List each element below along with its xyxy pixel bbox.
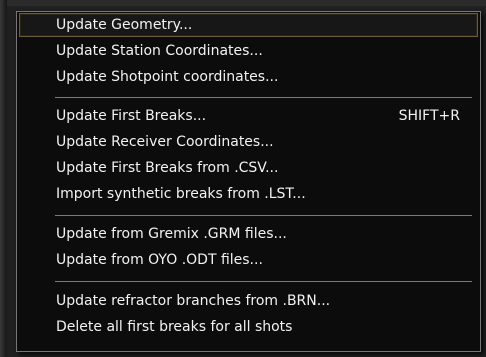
menu-item-update-first-breaks[interactable]: Update First Breaks... SHIFT+R	[19, 104, 478, 128]
menu-item-label: Update Geometry...	[56, 17, 193, 33]
menu-item-update-shotpoint-coordinates[interactable]: Update Shotpoint coordinates...	[19, 65, 478, 89]
menu-item-label: Update Shotpoint coordinates...	[56, 69, 279, 85]
window-top-edge	[0, 0, 486, 6]
menu-item-label: Update from OYO .ODT files...	[56, 252, 263, 268]
menu-item-label: Update First Breaks...	[56, 108, 207, 124]
menu-item-label: Update Station Coordinates...	[56, 43, 263, 59]
menu-item-label: Update refractor branches from .BRN...	[56, 293, 331, 309]
context-menu: Update Geometry... Update Station Coordi…	[16, 11, 481, 352]
menu-item-update-geometry[interactable]: Update Geometry...	[19, 13, 478, 37]
menu-item-label: Import synthetic breaks from .LST...	[56, 186, 306, 202]
menu-separator	[55, 97, 472, 98]
menu-item-update-first-breaks-from-csv[interactable]: Update First Breaks from .CSV...	[19, 156, 478, 180]
menu-separator	[55, 215, 472, 216]
menu-item-label: Delete all first breaks for all shots	[56, 319, 293, 335]
menu-item-update-receiver-coordinates[interactable]: Update Receiver Coordinates...	[19, 130, 478, 154]
menu-item-label: Update Receiver Coordinates...	[56, 134, 274, 150]
window-left-edge	[0, 0, 7, 357]
menu-item-update-from-oyo[interactable]: Update from OYO .ODT files...	[19, 248, 478, 272]
menu-item-label: Update First Breaks from .CSV...	[56, 160, 279, 176]
menu-item-import-synthetic-breaks[interactable]: Import synthetic breaks from .LST...	[19, 182, 478, 206]
menu-item-update-station-coordinates[interactable]: Update Station Coordinates...	[19, 39, 478, 63]
menu-item-label: Update from Gremix .GRM files...	[56, 226, 287, 242]
menu-separator	[55, 281, 472, 282]
menu-item-update-from-gremix[interactable]: Update from Gremix .GRM files...	[19, 222, 478, 246]
menu-item-delete-all-first-breaks[interactable]: Delete all first breaks for all shots	[19, 315, 478, 339]
keyboard-shortcut: SHIFT+R	[398, 108, 460, 124]
menu-item-update-refractor-branches[interactable]: Update refractor branches from .BRN...	[19, 289, 478, 313]
